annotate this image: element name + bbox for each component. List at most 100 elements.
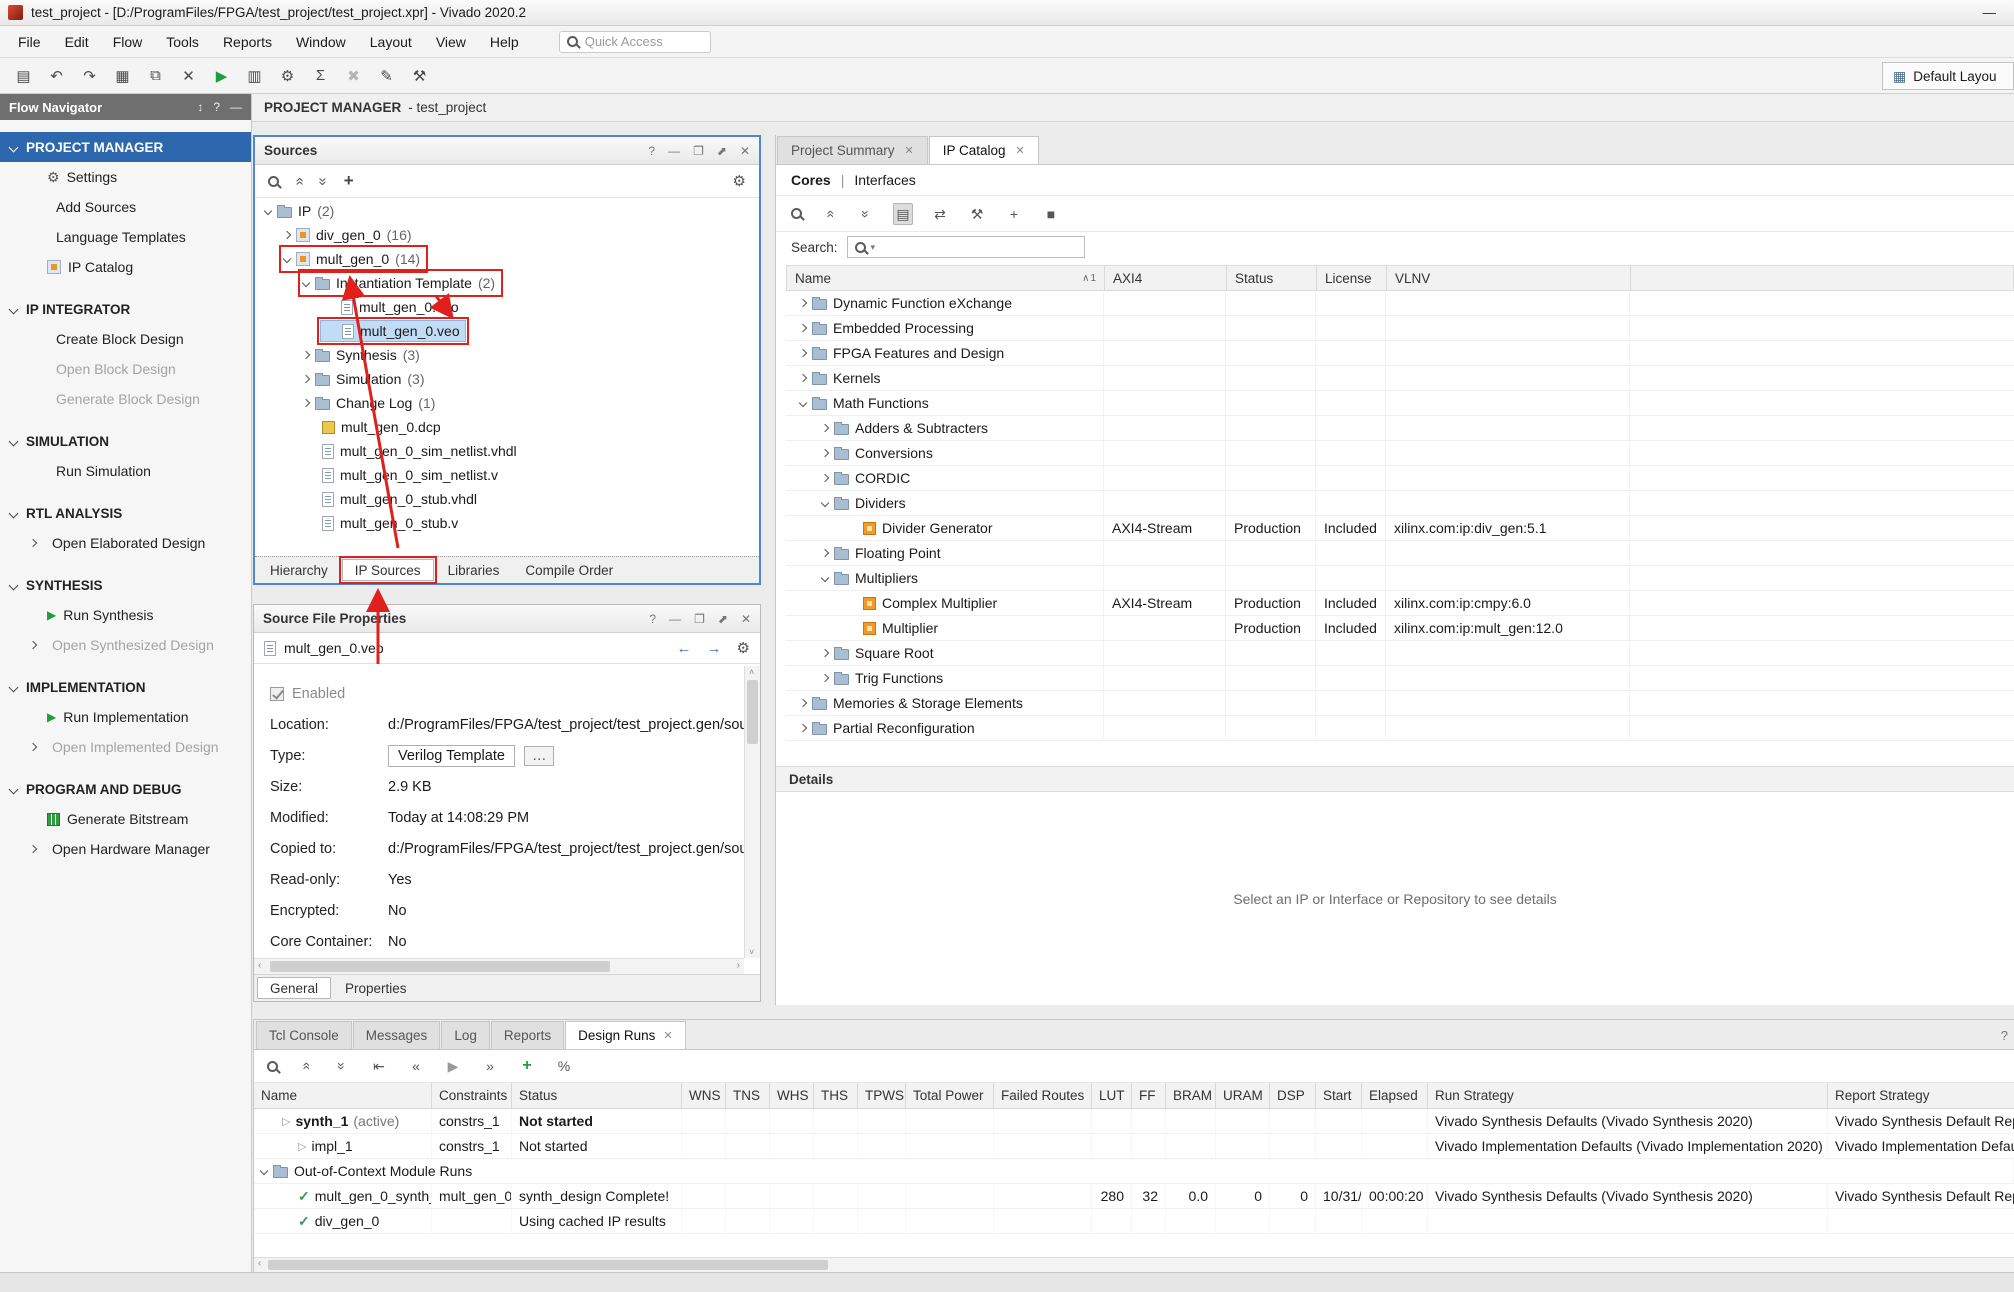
group-by-category-icon[interactable]: ▤ bbox=[893, 203, 913, 225]
ip-row-cordic[interactable]: CORDIC bbox=[786, 466, 2014, 491]
chevron-down-icon[interactable] bbox=[260, 1167, 268, 1175]
column-header-tns[interactable]: TNS bbox=[726, 1083, 770, 1108]
sum-icon[interactable]: Σ bbox=[307, 63, 334, 89]
help-icon[interactable]: ? bbox=[2001, 1028, 2008, 1043]
column-header-name[interactable]: Name∧1 bbox=[787, 266, 1105, 290]
tab-messages[interactable]: Messages bbox=[353, 1021, 441, 1049]
flownav-item-generate-block-design[interactable]: Generate Block Design bbox=[0, 384, 251, 414]
tree-item-div-gen-0[interactable]: div_gen_0(16) bbox=[255, 223, 759, 247]
ip-row-divider-generator[interactable]: Divider GeneratorAXI4-StreamProductionIn… bbox=[786, 516, 2014, 541]
tree-item-simulation[interactable]: Simulation(3) bbox=[255, 367, 759, 391]
column-header-uram[interactable]: URAM bbox=[1216, 1083, 1270, 1108]
chevron-right-icon[interactable]: ▷ bbox=[282, 1115, 290, 1128]
flownav-item-open-block-design[interactable]: Open Block Design bbox=[0, 354, 251, 384]
search-icon[interactable] bbox=[268, 176, 279, 187]
ellipsis-button[interactable]: … bbox=[524, 746, 555, 766]
chevron-right-icon[interactable] bbox=[283, 231, 291, 239]
redo-icon[interactable]: ↷ bbox=[76, 63, 103, 89]
scroll-left-icon[interactable]: ‹ bbox=[258, 960, 261, 971]
vertical-scrollbar[interactable]: ˄ ˅ bbox=[744, 666, 760, 958]
column-header-elapsed[interactable]: Elapsed bbox=[1362, 1083, 1428, 1108]
column-header-report-strategy[interactable]: Report Strategy bbox=[1828, 1083, 2014, 1108]
chevron-right-icon[interactable] bbox=[302, 375, 310, 383]
ip-row-square-root[interactable]: Square Root bbox=[786, 641, 2014, 666]
tab-ip-catalog[interactable]: IP Catalog✕ bbox=[929, 136, 1039, 164]
column-header-constraints[interactable]: Constraints bbox=[432, 1083, 512, 1108]
menu-file[interactable]: File bbox=[6, 29, 53, 55]
quick-access-search[interactable]: Quick Access bbox=[559, 31, 711, 53]
tree-item-mult-gen-0-dcp[interactable]: mult_gen_0.dcp bbox=[255, 415, 759, 439]
column-header-total-power[interactable]: Total Power bbox=[906, 1083, 994, 1108]
scroll-down-icon[interactable]: ˅ bbox=[749, 947, 754, 957]
horizontal-scrollbar[interactable]: ‹ › bbox=[254, 958, 744, 974]
chevron-right-icon[interactable] bbox=[302, 399, 310, 407]
ip-row-dividers[interactable]: Dividers bbox=[786, 491, 2014, 516]
tab-reports[interactable]: Reports bbox=[491, 1021, 564, 1049]
settings-gear-icon[interactable]: ⚙ bbox=[737, 639, 750, 657]
chevron-right-icon[interactable] bbox=[821, 424, 829, 432]
close-icon[interactable]: ✕ bbox=[663, 1029, 672, 1042]
collapse-all-icon[interactable]: » bbox=[291, 177, 308, 185]
chevron-right-icon[interactable] bbox=[799, 699, 807, 707]
menu-view[interactable]: View bbox=[424, 29, 478, 55]
ip-row-complex-multiplier[interactable]: Complex MultiplierAXI4-StreamProductionI… bbox=[786, 591, 2014, 616]
flownav-section-simulation[interactable]: SIMULATION bbox=[0, 426, 251, 456]
flownav-item-open-implemented-design[interactable]: Open Implemented Design bbox=[0, 732, 251, 762]
settings-icon[interactable]: ⚙ bbox=[274, 63, 301, 89]
expand-all-icon[interactable]: » bbox=[332, 1056, 352, 1076]
menu-help[interactable]: Help bbox=[478, 29, 531, 55]
help-icon[interactable]: ? bbox=[648, 144, 655, 158]
undo-icon[interactable]: ↶ bbox=[43, 63, 70, 89]
help-icon[interactable]: ? bbox=[649, 612, 656, 626]
step-forward-icon[interactable]: » bbox=[480, 1056, 500, 1076]
add-sources-icon[interactable]: + bbox=[344, 171, 354, 191]
collapse-all-icon[interactable]: » bbox=[295, 1056, 315, 1076]
column-header-lut[interactable]: LUT bbox=[1092, 1083, 1132, 1108]
back-arrow-icon[interactable]: ← bbox=[677, 640, 692, 657]
column-header-name[interactable]: Name bbox=[254, 1083, 432, 1108]
percent-icon[interactable]: % bbox=[554, 1056, 574, 1076]
scrollbar-thumb[interactable] bbox=[747, 680, 758, 744]
tab-tcl-console[interactable]: Tcl Console bbox=[256, 1021, 352, 1049]
resume-icon[interactable]: ▶ bbox=[443, 1056, 463, 1076]
ip-row-floating-point[interactable]: Floating Point bbox=[786, 541, 2014, 566]
run-row-out-of-context-module-runs[interactable]: Out-of-Context Module Runs bbox=[254, 1159, 2014, 1184]
tree-item-ip[interactable]: IP(2) bbox=[255, 199, 759, 223]
menu-window[interactable]: Window bbox=[284, 29, 358, 55]
ip-row-partial-reconfiguration[interactable]: Partial Reconfiguration bbox=[786, 716, 2014, 741]
tab-design-runs[interactable]: Design Runs✕ bbox=[565, 1021, 686, 1049]
flownav-item-open-hardware-manager[interactable]: Open Hardware Manager bbox=[0, 834, 251, 864]
flownav-item-ip-catalog[interactable]: IP Catalog bbox=[0, 252, 251, 282]
ip-row-adders-subtracters[interactable]: Adders & Subtracters bbox=[786, 416, 2014, 441]
horizontal-scrollbar[interactable]: ‹ bbox=[254, 1257, 2014, 1272]
chevron-right-icon[interactable] bbox=[799, 324, 807, 332]
search-icon[interactable] bbox=[267, 1061, 278, 1072]
search-icon[interactable] bbox=[791, 208, 802, 219]
column-header-dsp[interactable]: DSP bbox=[1270, 1083, 1316, 1108]
menu-flow[interactable]: Flow bbox=[101, 29, 155, 55]
column-header-start[interactable]: Start bbox=[1316, 1083, 1362, 1108]
dock-icon[interactable]: ↕ bbox=[197, 100, 203, 114]
tab-interfaces[interactable]: Interfaces bbox=[854, 172, 915, 188]
close-icon[interactable]: ✕ bbox=[905, 144, 914, 157]
tab-compile-order[interactable]: Compile Order bbox=[513, 559, 625, 581]
column-header-status[interactable]: Status bbox=[1227, 266, 1317, 290]
flownav-section-project-manager[interactable]: PROJECT MANAGER bbox=[0, 132, 251, 162]
tree-item-instantiation-template[interactable]: Instantiation Template(2) bbox=[255, 271, 759, 295]
float-icon[interactable]: ❐ bbox=[694, 612, 705, 626]
scrollbar-thumb[interactable] bbox=[268, 1260, 828, 1270]
tab-cores[interactable]: Cores bbox=[791, 172, 831, 188]
ip-search-input[interactable]: ▾ bbox=[847, 236, 1085, 258]
flownav-item-run-synthesis[interactable]: ▶Run Synthesis bbox=[0, 600, 251, 630]
column-header-whs[interactable]: WHS bbox=[770, 1083, 814, 1108]
flownav-section-ip-integrator[interactable]: IP INTEGRATOR bbox=[0, 294, 251, 324]
flownav-item-settings[interactable]: ⚙Settings bbox=[0, 162, 251, 192]
minimize-icon[interactable]: — bbox=[669, 612, 681, 626]
tree-item-mult-gen-0-stub-v[interactable]: mult_gen_0_stub.v bbox=[255, 511, 759, 535]
debug-icon[interactable]: ⚒ bbox=[406, 63, 433, 89]
chevron-down-icon[interactable] bbox=[821, 574, 829, 582]
column-header-failed-routes[interactable]: Failed Routes bbox=[994, 1083, 1092, 1108]
tab-properties[interactable]: Properties bbox=[333, 977, 419, 999]
minimize-panel-icon[interactable]: — bbox=[230, 100, 242, 114]
chevron-right-icon[interactable] bbox=[821, 649, 829, 657]
